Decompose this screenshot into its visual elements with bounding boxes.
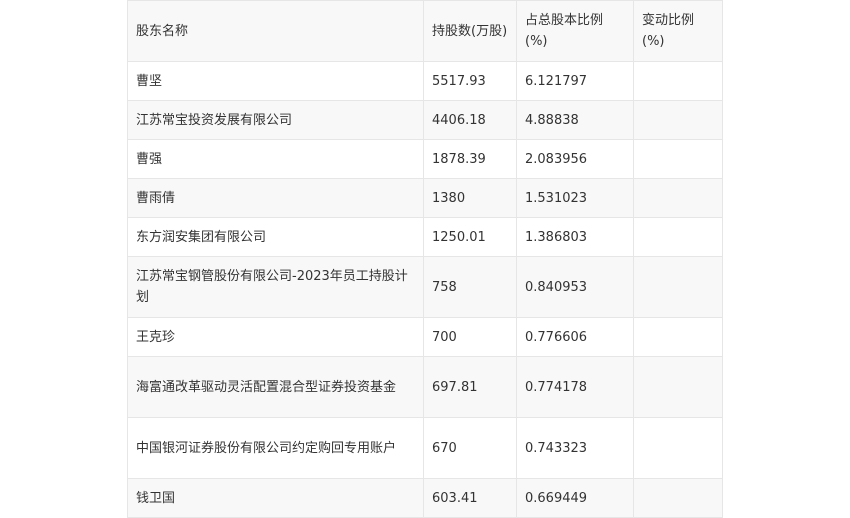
cell-share-ratio: 1.386803 bbox=[516, 217, 634, 257]
cell-share-ratio: 0.669449 bbox=[516, 478, 634, 518]
shareholder-table: 股东名称 持股数(万股) 占总股本比例(%) 变动比例(%) 曹坚 5517.9… bbox=[127, 0, 723, 518]
cell-shareholder-name: 曹雨倩 bbox=[127, 178, 424, 218]
table-row: 海富通改革驱动灵活配置混合型证券投资基金 697.81 0.774178 bbox=[127, 356, 723, 418]
header-change-ratio: 变动比例(%) bbox=[633, 0, 723, 62]
table-row: 曹强 1878.39 2.083956 bbox=[127, 139, 723, 179]
cell-shares-held: 1380 bbox=[423, 178, 517, 218]
cell-shares-held: 700 bbox=[423, 317, 517, 357]
cell-shares-held: 1878.39 bbox=[423, 139, 517, 179]
cell-shareholder-name: 江苏常宝投资发展有限公司 bbox=[127, 100, 424, 140]
cell-share-ratio: 0.743323 bbox=[516, 417, 634, 479]
table-header-row: 股东名称 持股数(万股) 占总股本比例(%) 变动比例(%) bbox=[127, 0, 723, 62]
header-share-ratio: 占总股本比例(%) bbox=[516, 0, 634, 62]
cell-shareholder-name: 曹强 bbox=[127, 139, 424, 179]
cell-share-ratio: 0.774178 bbox=[516, 356, 634, 418]
cell-change-ratio bbox=[633, 417, 723, 479]
header-shareholder-name: 股东名称 bbox=[127, 0, 424, 62]
cell-change-ratio bbox=[633, 139, 723, 179]
cell-share-ratio: 0.776606 bbox=[516, 317, 634, 357]
cell-shares-held: 1250.01 bbox=[423, 217, 517, 257]
cell-change-ratio bbox=[633, 217, 723, 257]
cell-change-ratio bbox=[633, 317, 723, 357]
cell-share-ratio: 1.531023 bbox=[516, 178, 634, 218]
cell-change-ratio bbox=[633, 178, 723, 218]
cell-share-ratio: 0.840953 bbox=[516, 256, 634, 318]
cell-shares-held: 697.81 bbox=[423, 356, 517, 418]
table-row: 钱卫国 603.41 0.669449 bbox=[127, 478, 723, 518]
table-row: 东方润安集团有限公司 1250.01 1.386803 bbox=[127, 217, 723, 257]
cell-share-ratio: 2.083956 bbox=[516, 139, 634, 179]
cell-shares-held: 603.41 bbox=[423, 478, 517, 518]
cell-change-ratio bbox=[633, 256, 723, 318]
cell-share-ratio: 4.88838 bbox=[516, 100, 634, 140]
cell-shareholder-name: 东方润安集团有限公司 bbox=[127, 217, 424, 257]
table-row: 江苏常宝投资发展有限公司 4406.18 4.88838 bbox=[127, 100, 723, 140]
table-row: 江苏常宝钢管股份有限公司-2023年员工持股计划 758 0.840953 bbox=[127, 256, 723, 318]
cell-change-ratio bbox=[633, 61, 723, 101]
table-row: 王克珍 700 0.776606 bbox=[127, 317, 723, 357]
shareholder-table-container: 股东名称 持股数(万股) 占总股本比例(%) 变动比例(%) 曹坚 5517.9… bbox=[127, 0, 723, 518]
cell-shareholder-name: 曹坚 bbox=[127, 61, 424, 101]
cell-change-ratio bbox=[633, 478, 723, 518]
cell-shares-held: 4406.18 bbox=[423, 100, 517, 140]
cell-shares-held: 5517.93 bbox=[423, 61, 517, 101]
cell-change-ratio bbox=[633, 356, 723, 418]
table-row: 中国银河证券股份有限公司约定购回专用账户 670 0.743323 bbox=[127, 417, 723, 479]
table-row: 曹坚 5517.93 6.121797 bbox=[127, 61, 723, 101]
cell-shareholder-name: 海富通改革驱动灵活配置混合型证券投资基金 bbox=[127, 356, 424, 418]
cell-shareholder-name: 江苏常宝钢管股份有限公司-2023年员工持股计划 bbox=[127, 256, 424, 318]
cell-shareholder-name: 王克珍 bbox=[127, 317, 424, 357]
cell-shareholder-name: 钱卫国 bbox=[127, 478, 424, 518]
cell-shareholder-name: 中国银河证券股份有限公司约定购回专用账户 bbox=[127, 417, 424, 479]
table-row: 曹雨倩 1380 1.531023 bbox=[127, 178, 723, 218]
cell-shares-held: 758 bbox=[423, 256, 517, 318]
cell-share-ratio: 6.121797 bbox=[516, 61, 634, 101]
header-shares-held: 持股数(万股) bbox=[423, 0, 517, 62]
cell-change-ratio bbox=[633, 100, 723, 140]
cell-shares-held: 670 bbox=[423, 417, 517, 479]
